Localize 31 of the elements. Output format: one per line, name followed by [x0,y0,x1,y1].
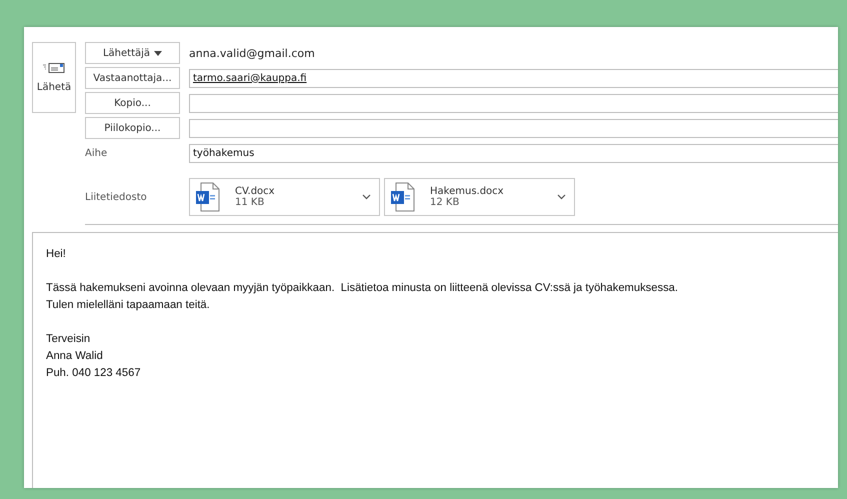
sender-dropdown[interactable]: Lähettäjä [85,42,180,64]
document-icon [195,182,221,212]
subject-field[interactable]: työhakemus [189,144,838,162]
attachment-card[interactable]: Hakemus.docx 12 KB [384,178,575,216]
recipient-button[interactable]: Kopio... [85,92,180,114]
address-field[interactable] [189,118,838,138]
message-line: Hei! [46,247,67,262]
message-line: Tulen mielelläni tapaamaan teitä. [46,298,211,313]
file-size: 11 KB [235,197,266,208]
sender-address: anna.valid@gmail.com [189,46,315,60]
recipient-button[interactable]: Piilokopio... [85,117,180,139]
recipient-button[interactable]: Vastaanottaja... [85,67,180,89]
recipient-address: tarmo.saari@kauppa.fi [193,72,307,84]
file-size: 12 KB [430,197,460,208]
file-name: CV.docx [235,186,276,197]
message-line: Puh. 040 123 4567 [46,366,142,381]
envelope-icon [43,62,65,74]
subject-label: Aihe [85,148,108,158]
file-name: Hakemus.docx [430,186,505,197]
chevron-down-icon[interactable] [362,194,371,200]
attachment-card[interactable]: CV.docx 11 KB [189,178,380,216]
address-field[interactable]: tarmo.saari@kauppa.fi [189,68,838,88]
message-line: Terveisin [46,332,92,347]
send-button[interactable]: Lähetä [32,42,76,113]
address-field[interactable] [189,94,838,112]
caret-icon [154,50,162,56]
message-line: Tässä hakemukseni avoinna olevaan myyjän työpaikkaan. Lisätietoa minusta on liitteenä olevissa CV:ssä ja työhakemuksessa. [46,281,680,296]
message-line: Anna Walid [46,349,104,364]
attachment-label: Liitetiedosto [85,192,148,202]
document-icon [390,182,416,212]
chevron-down-icon[interactable] [557,194,566,200]
